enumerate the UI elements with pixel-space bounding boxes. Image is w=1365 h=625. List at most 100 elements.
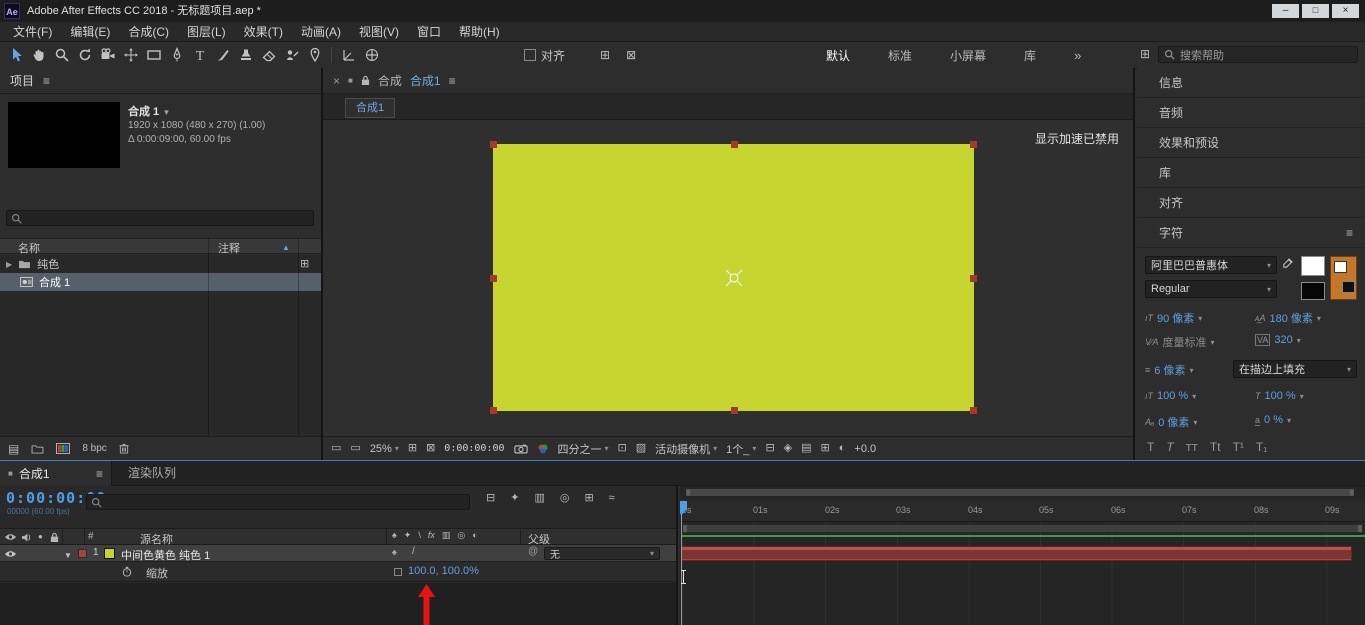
column-name[interactable]: 名称 bbox=[18, 240, 40, 256]
brush-tool-icon[interactable] bbox=[211, 44, 234, 66]
faux-italic-icon[interactable] bbox=[1166, 440, 1173, 454]
time-ruler[interactable]: 0s 01s 02s 03s 04s 05s 06s 07s 08s 09s bbox=[680, 500, 1365, 522]
roto-brush-tool-icon[interactable] bbox=[280, 44, 303, 66]
clone-stamp-tool-icon[interactable] bbox=[234, 44, 257, 66]
resolution-select[interactable]: 四分之一 bbox=[558, 441, 609, 457]
label-color-chip[interactable] bbox=[78, 549, 87, 558]
panel-audio[interactable]: 音频 bbox=[1137, 98, 1365, 128]
expand-arrow-icon[interactable] bbox=[6, 259, 12, 270]
always-preview-icon[interactable] bbox=[331, 443, 341, 454]
graph-editor-icon[interactable] bbox=[609, 493, 615, 504]
view-layout-select[interactable]: 1个_ bbox=[726, 441, 756, 457]
new-folder-icon[interactable] bbox=[31, 444, 44, 454]
color-depth-button[interactable]: 8 bpc bbox=[82, 443, 106, 454]
panel-menu-icon[interactable] bbox=[96, 468, 103, 480]
selection-handle[interactable] bbox=[490, 407, 497, 414]
chevron-down-icon[interactable] bbox=[1297, 335, 1301, 346]
stroke-width-control[interactable]: ≡ 6 像素 bbox=[1145, 362, 1193, 378]
pixel-aspect-correction-icon[interactable] bbox=[765, 443, 774, 454]
scale-property-row[interactable]: 缩放 100.0, 100.0% bbox=[0, 562, 676, 582]
workspace-overflow[interactable]: » bbox=[1074, 48, 1081, 63]
stroke-style-select[interactable]: 在描边上填充 bbox=[1233, 360, 1357, 378]
selection-handle[interactable] bbox=[970, 141, 977, 148]
workspace-libraries[interactable]: 库 bbox=[1024, 47, 1036, 64]
selection-handle[interactable] bbox=[970, 407, 977, 414]
eyedropper-icon[interactable] bbox=[1282, 258, 1293, 269]
time-navigator-bar[interactable] bbox=[686, 489, 1354, 496]
main-viewer-icon[interactable] bbox=[350, 443, 360, 454]
composition-canvas[interactable]: 显示加速已禁用 bbox=[323, 120, 1133, 436]
timeline-button-icon[interactable] bbox=[801, 443, 811, 454]
panel-menu-icon[interactable] bbox=[449, 75, 456, 87]
menu-edit[interactable]: 编辑(E) bbox=[61, 22, 119, 42]
grid-guides-icon[interactable] bbox=[408, 443, 417, 454]
brainstorm-icon[interactable] bbox=[584, 493, 593, 504]
stopwatch-icon[interactable] bbox=[122, 566, 132, 578]
selection-handle[interactable] bbox=[490, 274, 497, 282]
column-divider[interactable] bbox=[298, 238, 299, 436]
eraser-tool-icon[interactable] bbox=[257, 44, 280, 66]
exposure-value[interactable]: +0.0 bbox=[854, 443, 876, 455]
selection-handle[interactable] bbox=[730, 407, 738, 414]
trash-icon[interactable] bbox=[119, 443, 129, 454]
leading-value[interactable]: 180 像素 bbox=[1270, 310, 1313, 326]
menu-view[interactable]: 视图(V) bbox=[350, 22, 408, 42]
fill-stroke-color-group[interactable] bbox=[1330, 256, 1357, 300]
comp-mini-flowchart-icon[interactable] bbox=[486, 493, 495, 504]
pan-behind-tool-icon[interactable] bbox=[119, 44, 142, 66]
chevron-down-icon[interactable] bbox=[1198, 313, 1202, 324]
shape-visibility-icon[interactable] bbox=[626, 49, 636, 61]
tracking-control[interactable]: VA 320 bbox=[1255, 334, 1301, 346]
all-caps-icon[interactable] bbox=[1186, 440, 1198, 454]
layer-quality-toggle[interactable] bbox=[412, 547, 415, 557]
comp-subtab[interactable]: 合成1 bbox=[345, 98, 396, 118]
maximize-button[interactable] bbox=[1302, 4, 1329, 18]
stroke-chip[interactable] bbox=[1342, 281, 1355, 293]
leading-control[interactable]: ᴀ̲A 180 像素 bbox=[1255, 310, 1321, 326]
menu-help[interactable]: 帮助(H) bbox=[450, 22, 509, 42]
shy-switch-icon[interactable] bbox=[392, 531, 397, 540]
chevron-down-icon[interactable] bbox=[1193, 417, 1197, 428]
work-area-bar[interactable] bbox=[682, 524, 1363, 533]
selection-handle[interactable] bbox=[490, 141, 497, 148]
new-composition-icon[interactable] bbox=[56, 443, 71, 454]
motion-blur-icon[interactable] bbox=[560, 493, 570, 504]
panel-align[interactable]: 对齐 bbox=[1137, 188, 1365, 218]
hand-tool-icon[interactable] bbox=[27, 44, 50, 66]
project-tab[interactable]: 项目 bbox=[0, 68, 321, 94]
help-search-input[interactable]: 搜索帮助 bbox=[1158, 46, 1358, 63]
stroke-width-value[interactable]: 6 像素 bbox=[1154, 362, 1185, 378]
effects-switch-icon[interactable] bbox=[428, 531, 435, 540]
rectangle-tool-icon[interactable] bbox=[142, 44, 165, 66]
audio-icon[interactable] bbox=[21, 533, 32, 542]
mask-path-visibility-icon[interactable] bbox=[426, 443, 435, 454]
faux-bold-icon[interactable] bbox=[1147, 440, 1154, 454]
baseline-shift-value[interactable]: 0 像素 bbox=[1158, 414, 1189, 430]
workspace-standard[interactable]: 标准 bbox=[888, 47, 912, 64]
chevron-down-icon[interactable] bbox=[1287, 415, 1291, 426]
superscript-icon[interactable] bbox=[1233, 440, 1244, 454]
snapshot-icon[interactable] bbox=[513, 444, 528, 454]
panel-menu-icon[interactable] bbox=[1346, 227, 1353, 239]
panel-libraries[interactable]: 库 bbox=[1137, 158, 1365, 188]
magnification-select[interactable]: 25% bbox=[370, 443, 399, 455]
render-queue-tab[interactable]: 渲染队列 bbox=[128, 461, 176, 486]
camera-view-select[interactable]: 活动摄像机 bbox=[655, 441, 717, 457]
column-divider[interactable] bbox=[208, 238, 209, 436]
horizontal-scale-value[interactable]: 100 % bbox=[1265, 390, 1296, 402]
lock-icon[interactable] bbox=[50, 532, 59, 543]
panel-info[interactable]: 信息 bbox=[1137, 68, 1365, 98]
close-button[interactable] bbox=[1332, 4, 1359, 18]
font-size-value[interactable]: 90 像素 bbox=[1157, 310, 1194, 326]
viewer-panel-label[interactable]: 合成 bbox=[378, 72, 402, 89]
menu-composition[interactable]: 合成(C) bbox=[119, 22, 178, 42]
adjustment-switch-icon[interactable] bbox=[472, 531, 477, 540]
rotate-tool-icon[interactable] bbox=[73, 44, 96, 66]
menu-layer[interactable]: 图层(L) bbox=[178, 22, 235, 42]
small-caps-icon[interactable] bbox=[1210, 440, 1221, 454]
workspace-small-screen[interactable]: 小屏幕 bbox=[950, 47, 986, 64]
project-search-input[interactable] bbox=[6, 210, 314, 226]
selection-handle[interactable] bbox=[970, 274, 977, 282]
local-axis-mode-icon[interactable] bbox=[337, 44, 360, 66]
column-index[interactable]: # bbox=[88, 531, 94, 542]
